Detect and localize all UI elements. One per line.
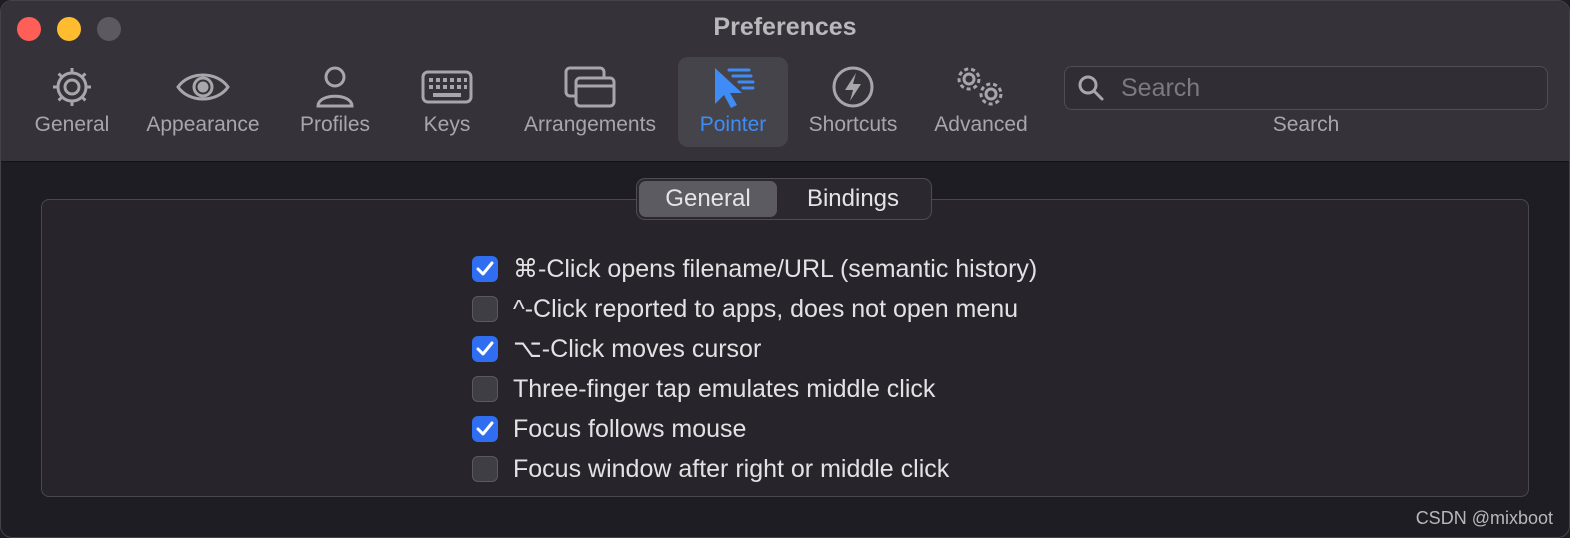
option-focus-window-click[interactable]: Focus window after right or middle click [472, 449, 1037, 489]
options-list: ⌘-Click opens filename/URL (semantic his… [472, 249, 1037, 489]
checkbox-checked[interactable] [472, 416, 498, 442]
toolbar-item-profiles[interactable]: Profiles [291, 57, 379, 147]
option-label: ^-Click reported to apps, does not open … [513, 294, 1019, 323]
checkbox-unchecked[interactable] [472, 456, 498, 482]
search-icon [1078, 75, 1104, 101]
option-ctrl-click[interactable]: ^-Click reported to apps, does not open … [472, 289, 1037, 329]
window-title: Preferences [713, 13, 857, 41]
toolbar-label: Profiles [299, 113, 371, 136]
checkbox-unchecked[interactable] [472, 376, 498, 402]
toolbar-label: Keys [423, 113, 471, 136]
tab-bindings[interactable]: Bindings [777, 181, 929, 217]
option-label: ⌘-Click opens filename/URL (semantic his… [513, 255, 1038, 283]
toolbar-item-appearance[interactable]: Appearance [139, 57, 267, 147]
toolbar-label: Arrangements [524, 113, 656, 136]
option-cmd-click[interactable]: ⌘-Click opens filename/URL (semantic his… [472, 249, 1037, 289]
search-field[interactable] [1064, 66, 1548, 110]
keyboard-icon [419, 63, 475, 111]
gear-icon [44, 63, 100, 111]
tab-segmented-control: General Bindings [636, 178, 932, 220]
windows-icon [562, 63, 618, 111]
toolbar: Preferences General Appearance Profiles … [1, 1, 1569, 162]
toolbar-item-keys[interactable]: Keys [407, 57, 487, 147]
option-label: Focus window after right or middle click [513, 454, 950, 483]
preferences-window: Preferences General Appearance Profiles … [0, 0, 1570, 538]
toolbar-label: Pointer [699, 113, 767, 136]
search-input[interactable] [1119, 72, 1547, 104]
checkbox-unchecked[interactable] [472, 296, 498, 322]
toolbar-label: Appearance [146, 113, 260, 136]
pointer-icon [705, 63, 761, 111]
toolbar-label: General [34, 113, 110, 136]
option-label: ⌥-Click moves cursor [513, 335, 762, 363]
eye-icon [175, 63, 231, 111]
search-caption: Search [1272, 113, 1340, 136]
option-label: Focus follows mouse [513, 414, 747, 443]
option-label: Three-finger tap emulates middle click [513, 374, 936, 403]
toolbar-label: Advanced [934, 113, 1028, 136]
checkbox-checked[interactable] [472, 336, 498, 362]
toolbar-item-pointer[interactable]: Pointer [678, 57, 788, 147]
toolbar-item-arrangements[interactable]: Arrangements [513, 57, 667, 147]
option-focus-follows-mouse[interactable]: Focus follows mouse [472, 409, 1037, 449]
person-icon [307, 63, 363, 111]
checkmark-icon [476, 341, 494, 356]
checkbox-checked[interactable] [472, 256, 498, 282]
gears-icon [953, 63, 1009, 111]
option-three-finger-tap[interactable]: Three-finger tap emulates middle click [472, 369, 1037, 409]
toolbar-item-general[interactable]: General [27, 57, 117, 147]
toolbar-label: Shortcuts [808, 113, 898, 136]
bolt-icon [825, 63, 881, 111]
checkmark-icon [476, 421, 494, 436]
checkmark-icon [476, 261, 494, 276]
watermark: CSDN @mixboot [1415, 508, 1553, 528]
tab-general[interactable]: General [639, 181, 777, 217]
option-alt-click[interactable]: ⌥-Click moves cursor [472, 329, 1037, 369]
toolbar-item-shortcuts[interactable]: Shortcuts [799, 57, 907, 147]
toolbar-item-advanced[interactable]: Advanced [927, 57, 1035, 147]
